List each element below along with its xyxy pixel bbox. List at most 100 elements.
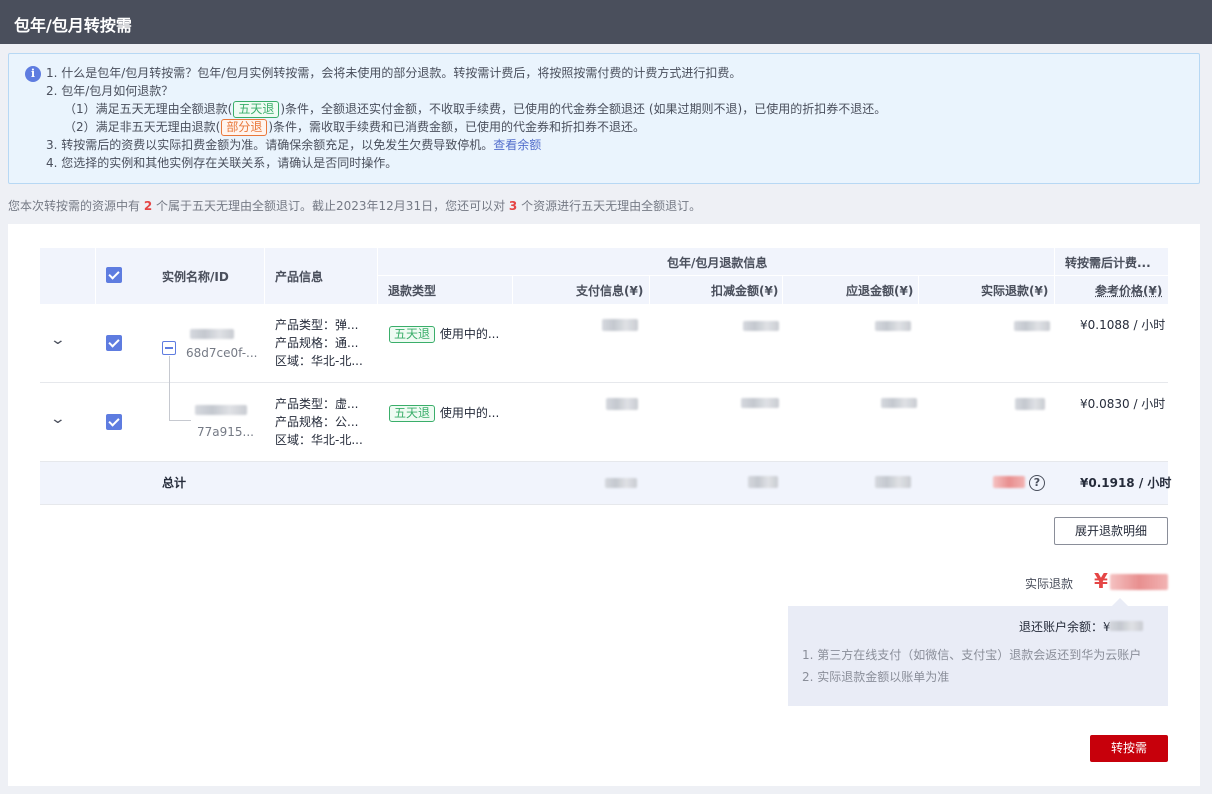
col-group-after-conversion: 转按需后计费... bbox=[1065, 256, 1151, 270]
instance-id: 77a915... bbox=[197, 425, 254, 439]
expand-refund-detail-button[interactable]: 展开退款明细 bbox=[1054, 517, 1168, 545]
tree-connector bbox=[169, 420, 191, 421]
info-notice: i 1. 什么是包年/包月转按需？包年/包月实例转按需，会将未使用的部分退款。转… bbox=[8, 53, 1200, 184]
product-region: 区域：华北-北... bbox=[275, 354, 363, 368]
refund-type: 五天退 使用中的... bbox=[388, 325, 499, 343]
top-bar: 包年/包月转按需 bbox=[0, 0, 1212, 44]
tree-connector bbox=[169, 383, 170, 420]
col-due: 应退金额(¥) bbox=[846, 284, 914, 298]
col-group-refund-info: 包年/包月退款信息 bbox=[667, 256, 768, 270]
col-paid: 支付信息(¥) bbox=[576, 284, 644, 298]
summary-part-1: 您本次转按需的资源中有 bbox=[8, 199, 144, 213]
actual-refund-redacted bbox=[1110, 574, 1168, 590]
help-icon[interactable]: ? bbox=[1029, 475, 1045, 491]
notice-line-3-text: （1）满足五天无理由全额退款( bbox=[64, 102, 233, 116]
actual-refund-amount: ¥ bbox=[1094, 569, 1108, 593]
header-divider bbox=[264, 248, 265, 304]
summary-count-2: 3 bbox=[508, 199, 518, 213]
header-divider bbox=[1054, 248, 1055, 304]
partial-refund-tag: 部分退 bbox=[221, 119, 268, 136]
reference-price: ¥0.1088 / 小时 bbox=[1080, 318, 1166, 332]
summary-text: 您本次转按需的资源中有 2 个属于五天无理由全额退订。截止2023年12月31日… bbox=[8, 197, 701, 214]
col-actual: 实际退款(¥) bbox=[981, 284, 1049, 298]
header-divider bbox=[918, 276, 919, 304]
instance-name-redacted bbox=[190, 329, 234, 339]
view-balance-link[interactable]: 查看余额 bbox=[493, 138, 541, 152]
notice-line-2: 2. 包年/包月如何退款？ bbox=[46, 84, 174, 98]
info-icon: i bbox=[25, 66, 41, 82]
summary-part-3: 个资源进行五天无理由全额退订。 bbox=[517, 199, 702, 213]
notice-line-1: 1. 什么是包年/包月转按需？包年/包月实例转按需，会将未使用的部分退款。转按需… bbox=[46, 66, 742, 80]
paid-amount-redacted bbox=[602, 319, 638, 331]
reference-price: ¥0.0830 / 小时 bbox=[1080, 397, 1166, 411]
product-type: 产品类型：弹... bbox=[275, 318, 359, 332]
product-type: 产品类型：虚... bbox=[275, 397, 359, 411]
table-row: ⌄ 77a915... 产品类型：虚... 产品规格：公... 区域：华北-北.… bbox=[40, 383, 1168, 462]
product-spec: 产品规格：公... bbox=[275, 415, 359, 429]
total-deduct-redacted bbox=[748, 476, 778, 488]
product-region: 区域：华北-北... bbox=[275, 433, 363, 447]
total-actual-redacted bbox=[993, 476, 1025, 488]
deduct-amount-redacted bbox=[741, 398, 779, 408]
main-card: 实例名称/ID 产品信息 包年/包月退款信息 转按需后计费... 退款类型 支付… bbox=[8, 224, 1200, 786]
balance-amount-redacted bbox=[1109, 621, 1143, 631]
instance-id: 68d7ce0f-... bbox=[186, 346, 258, 360]
five-day-refund-tag: 五天退 bbox=[233, 101, 280, 118]
actual-refund-label: 实际退款 bbox=[1025, 577, 1074, 591]
header-divider bbox=[512, 276, 513, 304]
convert-to-on-demand-button[interactable]: 转按需 bbox=[1090, 735, 1168, 762]
five-day-refund-tag: 五天退 bbox=[389, 326, 436, 343]
col-instance-name: 实例名称/ID bbox=[162, 270, 229, 284]
row-checkbox[interactable] bbox=[106, 335, 122, 351]
notice-line-4-text: （2）满足非五天无理由退款( bbox=[64, 120, 221, 134]
header-divider bbox=[377, 248, 378, 304]
col-product-info: 产品信息 bbox=[275, 270, 324, 284]
product-spec: 产品规格：通... bbox=[275, 336, 359, 350]
actual-amount-redacted bbox=[1014, 321, 1050, 331]
instance-name-redacted bbox=[195, 405, 247, 415]
col-reference-price[interactable]: 参考价格(¥) bbox=[1095, 282, 1162, 299]
total-reference-price: ¥0.1918 / 小时 bbox=[1080, 476, 1172, 490]
refund-type: 五天退 使用中的... bbox=[388, 404, 499, 422]
header-divider bbox=[377, 275, 1168, 276]
balance-title: 退还账户余额：¥ bbox=[1019, 620, 1111, 634]
refund-status: 使用中的... bbox=[439, 327, 500, 341]
total-paid-redacted bbox=[605, 478, 637, 488]
header-divider bbox=[95, 248, 96, 304]
balance-info-box: 退还账户余额：¥ 1. 第三方在线支付（如微信、支付宝）退款会返还到华为云账户 … bbox=[788, 598, 1168, 706]
notice-line-5: 3. 转按需后的资费以实际扣费金额为准。请确保余额充足，以免发生欠费导致停机。查… bbox=[46, 136, 541, 154]
refund-status: 使用中的... bbox=[439, 406, 500, 420]
col-refund-type: 退款类型 bbox=[388, 284, 437, 298]
currency-symbol: ¥ bbox=[1094, 569, 1108, 593]
notice-line-3-text-end: )条件，全额退还实付金额，不收取手续费，已使用的代金券全额退还 (如果过期则不退… bbox=[280, 102, 887, 116]
notice-line-4-text-end: )条件，需收取手续费和已消费金额，已使用的代金券和折扣券不退还。 bbox=[268, 120, 646, 134]
notice-line-5-text: 3. 转按需后的资费以实际扣费金额为准。请确保余额充足，以免发生欠费导致停机。 bbox=[46, 138, 494, 152]
tree-connector bbox=[169, 356, 170, 384]
page-title: 包年/包月转按需 bbox=[14, 16, 132, 35]
due-amount-redacted bbox=[875, 321, 911, 331]
summary-part-2: 个属于五天无理由全额退订。截止2023年12月31日，您还可以对 bbox=[152, 199, 509, 213]
total-row: 总计 ? ¥0.1918 / 小时 bbox=[40, 462, 1172, 505]
collapse-icon[interactable] bbox=[162, 341, 176, 355]
col-deduct: 扣减金额(¥) bbox=[711, 284, 779, 298]
chevron-down-icon[interactable]: ⌄ bbox=[50, 332, 66, 348]
header-divider bbox=[649, 276, 650, 304]
due-amount-redacted bbox=[881, 398, 917, 408]
balance-note-2: 2. 实际退款金额以账单为准 bbox=[802, 670, 950, 684]
table-row: ⌄ 68d7ce0f-... 产品类型：弹... 产品规格：通... 区域：华北… bbox=[40, 304, 1168, 384]
actual-amount-redacted bbox=[1015, 398, 1045, 410]
five-day-refund-tag: 五天退 bbox=[389, 405, 436, 422]
paid-amount-redacted bbox=[606, 398, 638, 410]
notice-line-6: 4. 您选择的实例和其他实例存在关联关系，请确认是否同时操作。 bbox=[46, 156, 398, 170]
deduct-amount-redacted bbox=[743, 321, 779, 331]
select-all-checkbox[interactable] bbox=[106, 267, 122, 283]
summary-count-1: 2 bbox=[143, 199, 153, 213]
row-checkbox[interactable] bbox=[106, 414, 122, 430]
balance-note-1: 1. 第三方在线支付（如微信、支付宝）退款会返还到华为云账户 bbox=[802, 648, 1142, 662]
chevron-down-icon[interactable]: ⌄ bbox=[50, 411, 66, 427]
total-due-redacted bbox=[875, 476, 911, 488]
notice-line-3: （1）满足五天无理由全额退款(五天退)条件，全额退还实付金额，不收取手续费，已使… bbox=[64, 100, 886, 118]
notice-line-4: （2）满足非五天无理由退款(部分退)条件，需收取手续费和已消费金额，已使用的代金… bbox=[64, 118, 645, 136]
total-label: 总计 bbox=[162, 476, 187, 490]
table-header: 实例名称/ID 产品信息 包年/包月退款信息 转按需后计费... 退款类型 支付… bbox=[40, 248, 1168, 304]
